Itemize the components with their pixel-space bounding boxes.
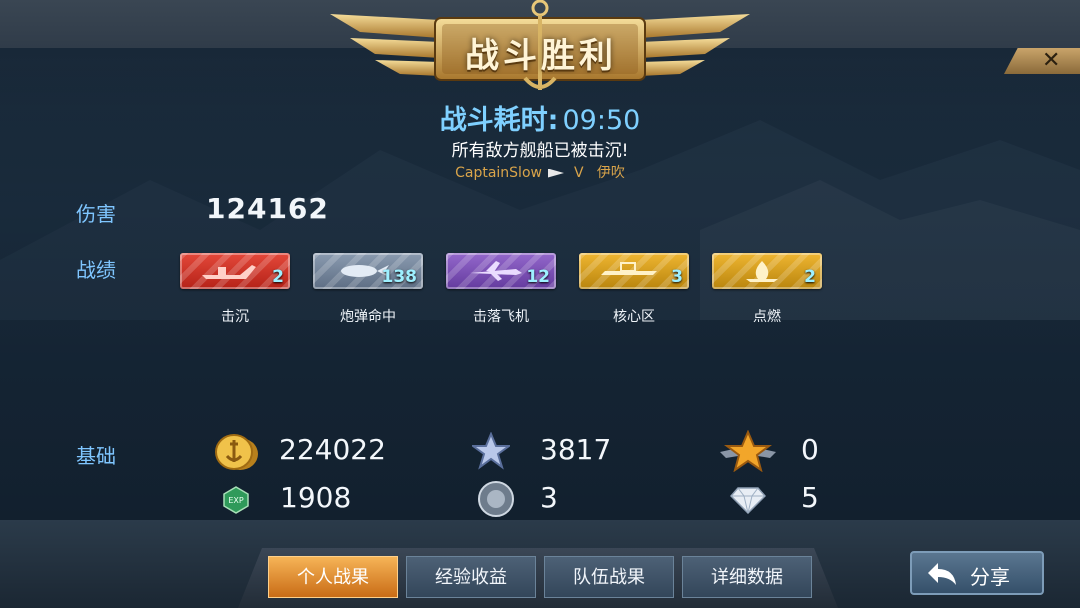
achievement-badge-citadel[interactable]: 3: [579, 253, 689, 289]
achievement-caption: 炮弹命中: [340, 309, 396, 325]
tab-exp-earnings[interactable]: 经验收益: [406, 556, 536, 598]
diamond-icon: [730, 487, 766, 514]
stars-value: 3817: [540, 433, 612, 466]
damage-value: 124162: [206, 192, 329, 225]
achievement-caption: 点燃: [753, 309, 781, 325]
battle-duration-label: 战斗耗时:: [439, 105, 559, 136]
base-label: 基础: [76, 444, 116, 468]
result-message: 所有敌方舰船已被击沉!: [451, 141, 629, 161]
share-arrow-icon: [928, 563, 956, 585]
achievements-label: 战绩: [76, 258, 116, 282]
medal-icon: [478, 481, 514, 517]
player-name: CaptainSlow: [455, 165, 542, 181]
tab-detailed-data[interactable]: 详细数据: [682, 556, 812, 598]
ship-sink-icon: [202, 265, 256, 279]
achievement-count: 138: [381, 267, 418, 287]
diamond-value: 5: [801, 481, 819, 514]
battle-duration: 战斗耗时: 09:50: [0, 98, 1080, 137]
gold-star-value: 0: [801, 433, 819, 466]
citadel-icon: [601, 262, 657, 275]
gold-star-wings-icon: [720, 430, 776, 472]
battle-duration-value: 09:50: [562, 105, 641, 136]
medal-value: 3: [540, 481, 558, 514]
close-icon: ✕: [1042, 48, 1061, 73]
share-button[interactable]: 分享: [910, 551, 1044, 595]
svg-text:EXP: EXP: [228, 496, 244, 505]
victory-title: 战斗胜利: [465, 36, 617, 76]
damage-label: 伤害: [76, 202, 116, 226]
achievement-count: 3: [671, 267, 683, 287]
plane-shotdown-icon: [470, 261, 522, 281]
silver-value: 224022: [279, 433, 386, 466]
tab-team-results[interactable]: 队伍战果: [544, 556, 674, 598]
player-ship-name: 伊吹: [596, 165, 625, 181]
exp-value: 1908: [280, 481, 352, 514]
silver-coin-icon: [215, 434, 258, 470]
achievement-caption: 击落飞机: [473, 309, 529, 325]
share-label: 分享: [970, 565, 1010, 589]
achievement-count: 2: [804, 267, 816, 287]
achievement-badge-planes[interactable]: 12: [446, 253, 556, 289]
achievement-count: 12: [526, 267, 550, 287]
achievement-caption: 核心区: [613, 309, 655, 325]
star-icon: [472, 432, 510, 470]
exp-icon: EXP: [223, 486, 249, 514]
achievement-badge-shell-hits[interactable]: 138: [313, 253, 423, 289]
achievement-badge-sink[interactable]: 2: [180, 253, 290, 289]
achievement-count: 2: [272, 267, 284, 287]
player-info: CaptainSlow V 伊吹: [0, 162, 1080, 182]
achievement-caption: 击沉: [221, 309, 249, 325]
player-ship-tier: V: [573, 165, 584, 181]
nation-flag-icon: [547, 168, 564, 178]
achievement-badge-fire[interactable]: 2: [712, 253, 822, 289]
tab-personal-results[interactable]: 个人战果: [268, 556, 398, 598]
fire-icon: [746, 261, 778, 282]
